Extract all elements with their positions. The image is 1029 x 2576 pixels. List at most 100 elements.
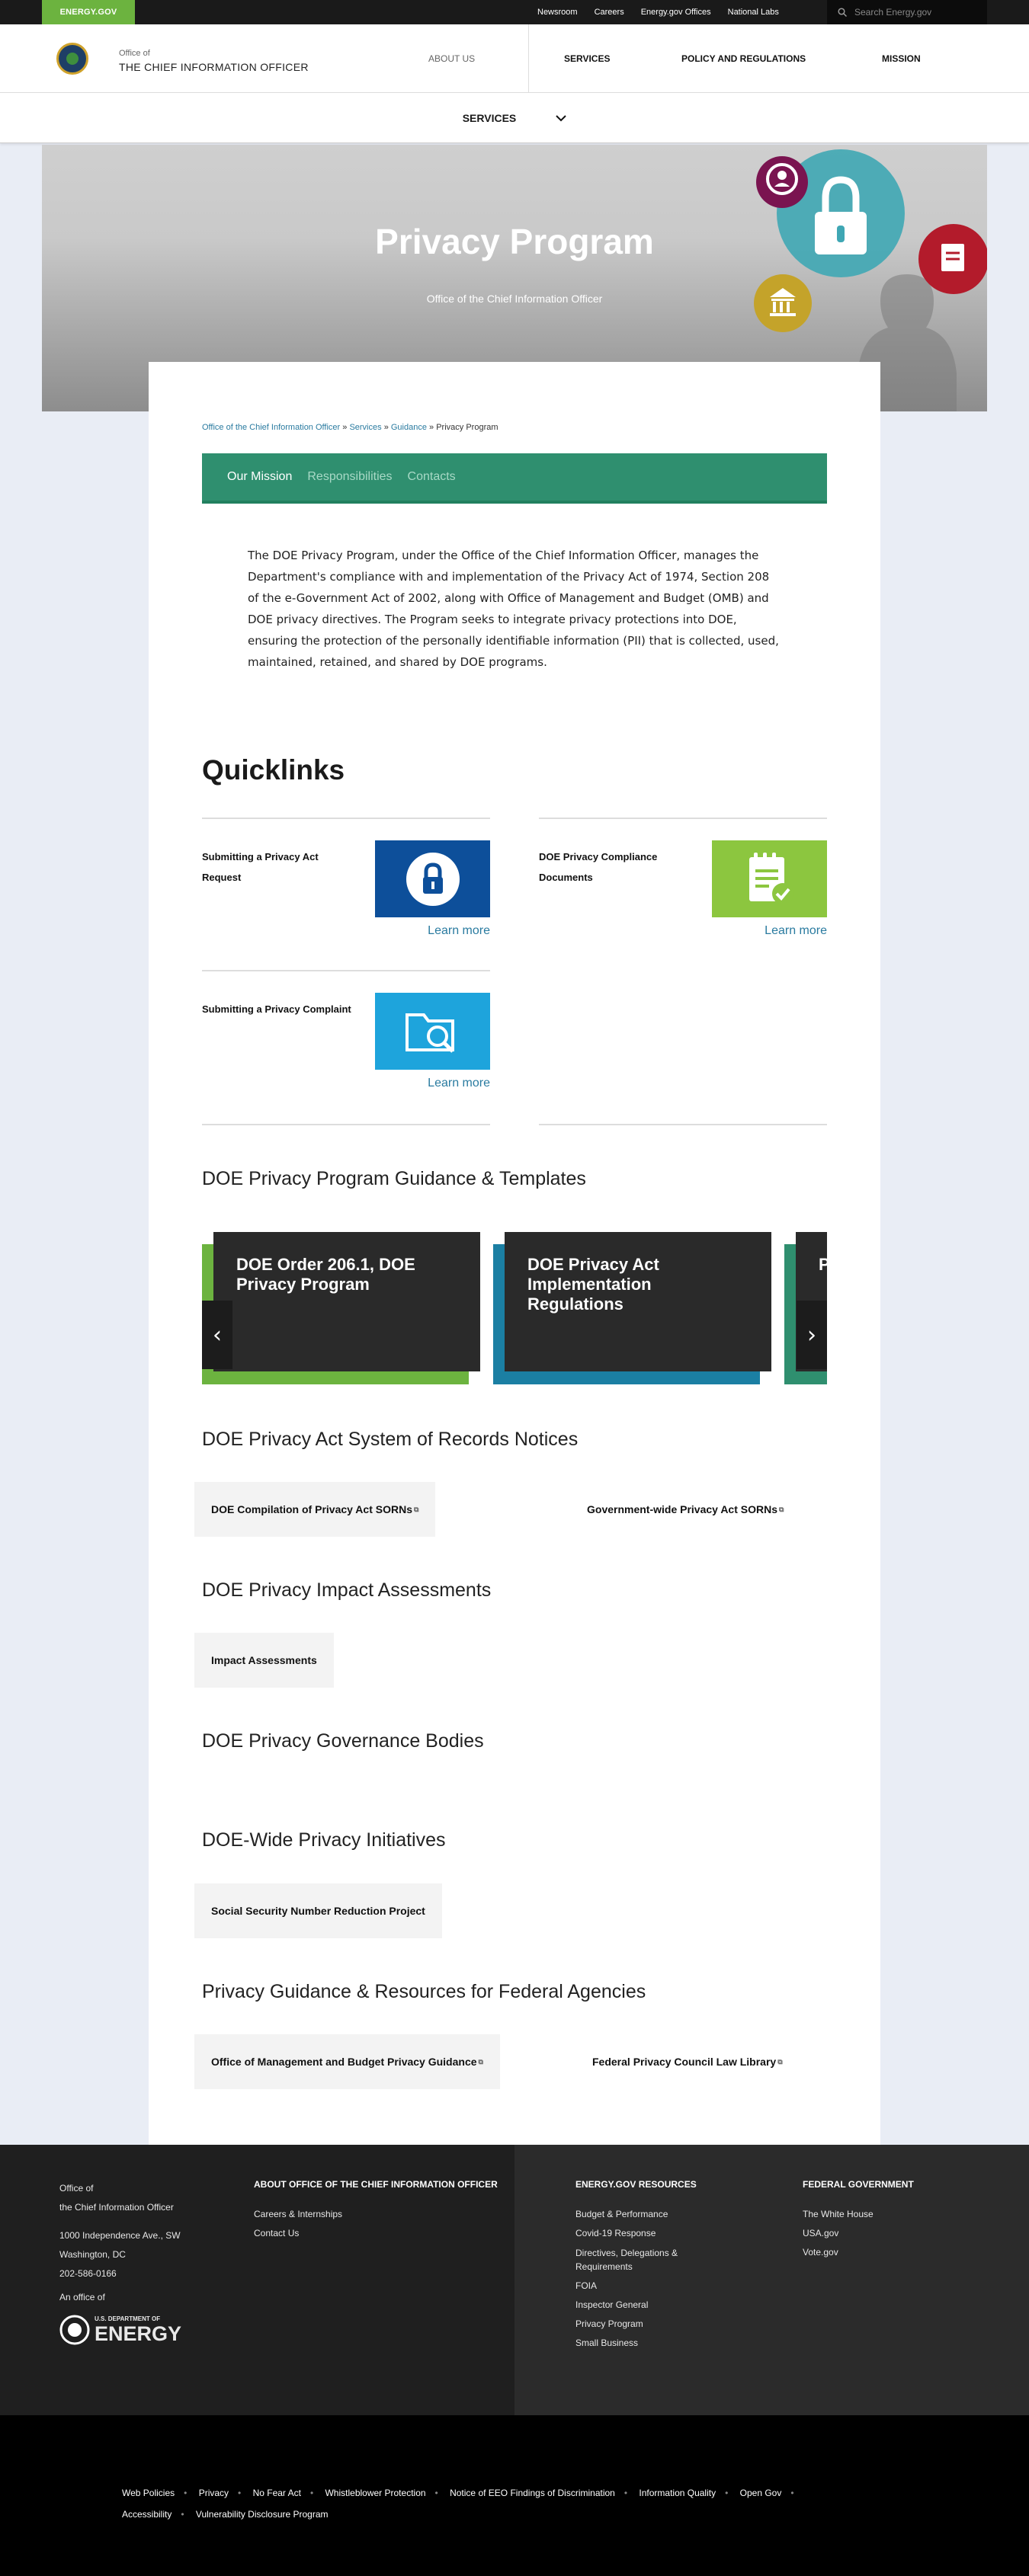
government-sorns-link[interactable]: Government-wide Privacy Act SORNs ⧉ <box>570 1482 800 1537</box>
footer-resource-link[interactable]: Budget & Performance <box>575 2205 705 2224</box>
breadcrumb-link-guidance[interactable]: Guidance <box>391 423 427 432</box>
footer-office-line[interactable]: Office of <box>59 2179 212 2198</box>
footer-office-info: Office of the Chief Information Officer … <box>59 2179 212 2345</box>
breadcrumb-link-cio[interactable]: Office of the Chief Information Officer <box>202 423 340 432</box>
breadcrumb-separator: » <box>429 423 434 432</box>
quicklink-privacy-act-request[interactable]: Submitting a Privacy Act Request Learn m… <box>202 818 490 962</box>
divider <box>202 818 490 819</box>
open-gov-link[interactable]: Open Gov <box>740 2488 782 2498</box>
breadcrumb-separator: » <box>383 423 389 432</box>
quicklink-title[interactable]: DOE Privacy Compliance Documents <box>539 846 691 888</box>
divider <box>202 970 490 971</box>
guidance-carousel: DOE Order 206.1, DOE Privacy Program DOE… <box>202 1232 827 1384</box>
quicklink-image[interactable] <box>375 840 490 917</box>
doe-energy-logo[interactable]: U.S. DEPARTMENT OF ENERGY <box>59 2315 212 2345</box>
guidance-heading: DOE Privacy Program Guidance & Templates <box>202 1168 586 1189</box>
newsroom-link[interactable]: Newsroom <box>537 8 578 17</box>
footer-resources-column: ENERGY.GOV RESOURCES Budget & Performanc… <box>575 2179 705 2353</box>
quicklink-title[interactable]: Submitting a Privacy Act Request <box>202 846 354 888</box>
document-check-icon <box>749 852 793 904</box>
search-input[interactable]: Search Energy.gov <box>827 0 987 24</box>
learn-more-link[interactable]: Learn more <box>428 1077 490 1090</box>
offices-link[interactable]: Energy.gov Offices <box>641 8 711 17</box>
slide-title[interactable]: DOE Privacy Act Implementation Regulatio… <box>505 1232 771 1371</box>
quicklink-image[interactable] <box>375 993 490 1070</box>
quicklink-title[interactable]: Submitting a Privacy Complaint <box>202 999 354 1019</box>
chevron-right-icon: › <box>807 1321 816 1349</box>
footer-resource-link[interactable]: Privacy Program <box>575 2315 705 2334</box>
careers-internships-link[interactable]: Careers & Internships <box>254 2205 505 2224</box>
whistleblower-link[interactable]: Whistleblower Protection <box>325 2488 425 2498</box>
site-header: Office of THE CHIEF INFORMATION OFFICER … <box>0 24 1029 93</box>
contact-us-link[interactable]: Contact Us <box>254 2224 505 2243</box>
footer-federal-link[interactable]: The White House <box>803 2205 955 2224</box>
energy-gov-link[interactable]: ENERGY.GOV <box>42 0 135 24</box>
footer-resource-link[interactable]: Covid-19 Response <box>575 2224 705 2243</box>
breadcrumb-separator: » <box>342 423 348 432</box>
footer-resource-link[interactable]: Small Business <box>575 2334 705 2353</box>
footer-resource-link[interactable]: FOIA <box>575 2277 705 2296</box>
link-label: Office of Management and Budget Privacy … <box>211 2056 477 2068</box>
divider <box>539 1124 827 1125</box>
footer-federal-link[interactable]: Vote.gov <box>803 2243 955 2262</box>
impact-assessments-link[interactable]: Impact Assessments <box>194 1633 334 1688</box>
ssn-reduction-link[interactable]: Social Security Number Reduction Project <box>194 1883 442 1938</box>
breadcrumb-current: Privacy Program <box>436 423 498 432</box>
services-subnav[interactable]: SERVICES <box>0 93 1029 143</box>
vulnerability-disclosure-link[interactable]: Vulnerability Disclosure Program <box>196 2509 329 2520</box>
quicklink-privacy-complaint[interactable]: Submitting a Privacy Complaint Learn mor… <box>202 970 490 1115</box>
doe-sorns-link[interactable]: DOE Compilation of Privacy Act SORNs ⧉ <box>194 1482 436 1537</box>
web-policies-link[interactable]: Web Policies <box>122 2488 175 2498</box>
privacy-link[interactable]: Privacy <box>199 2488 229 2498</box>
accessibility-link[interactable]: Accessibility <box>122 2509 172 2520</box>
carousel-slide[interactable]: DOE Order 206.1, DOE Privacy Program <box>202 1232 480 1384</box>
quicklinks-heading: Quicklinks <box>202 754 345 786</box>
learn-more-link[interactable]: Learn more <box>428 924 490 938</box>
nav-policy-regulations[interactable]: POLICY AND REGULATIONS <box>681 24 806 93</box>
nav-about-us[interactable]: ABOUT US <box>428 24 475 93</box>
chevron-left-icon: ‹ <box>213 1321 222 1349</box>
information-quality-link[interactable]: Information Quality <box>639 2488 716 2498</box>
quicklink-image[interactable] <box>712 840 827 917</box>
section-tabs: Our Mission Responsibilities Contacts <box>202 453 827 504</box>
national-labs-link[interactable]: National Labs <box>728 8 779 17</box>
nav-divider <box>528 24 529 93</box>
quicklink-compliance-documents[interactable]: DOE Privacy Compliance Documents Learn m… <box>539 818 827 962</box>
main-content: Office of the Chief Information Officer … <box>149 362 880 2145</box>
footer-resource-link[interactable]: Inspector General <box>575 2296 705 2315</box>
office-of-label: Office of <box>119 49 150 58</box>
external-link-icon: ⧉ <box>777 2057 783 2066</box>
phone-number: 202-586-0166 <box>59 2268 117 2279</box>
carousel-next-button[interactable]: › <box>797 1301 827 1369</box>
footer-office-line[interactable]: the Chief Information Officer <box>59 2198 212 2217</box>
omb-guidance-link[interactable]: Office of Management and Budget Privacy … <box>194 2034 500 2089</box>
breadcrumb-link-services[interactable]: Services <box>349 423 381 432</box>
breadcrumb: Office of the Chief Information Officer … <box>202 423 498 432</box>
fpc-law-library-link[interactable]: Federal Privacy Council Law Library ⧉ <box>575 2034 800 2089</box>
hero-subtitle: Office of the Chief Information Officer <box>426 293 603 305</box>
carousel-prev-button[interactable]: ‹ <box>202 1301 232 1369</box>
slide-title[interactable]: DOE Order 206.1, DOE Privacy Program <box>213 1232 480 1371</box>
footer-resource-link[interactable]: Directives, Delegations & Requirements <box>575 2243 705 2277</box>
footer-federal-link[interactable]: USA.gov <box>803 2224 955 2243</box>
careers-link[interactable]: Careers <box>595 8 624 17</box>
tab-our-mission[interactable]: Our Mission <box>227 470 292 484</box>
eeo-findings-link[interactable]: Notice of EEO Findings of Discrimination <box>450 2488 615 2498</box>
legal-links: Web Policies • Privacy • No Fear Act • Whis… <box>122 2488 794 2520</box>
doe-seal-logo[interactable] <box>56 43 88 75</box>
no-fear-act-link[interactable]: No Fear Act <box>253 2488 301 2498</box>
carousel-slide[interactable]: DOE Privacy Act Implementation Regulatio… <box>493 1232 771 1384</box>
folder-search-icon <box>405 1013 454 1053</box>
nav-services[interactable]: SERVICES <box>564 24 610 93</box>
tab-contacts[interactable]: Contacts <box>408 470 456 484</box>
address-line: 1000 Independence Ave., SW <box>59 2230 181 2241</box>
federal-heading: Privacy Guidance & Resources for Federal… <box>202 1981 646 2002</box>
learn-more-link[interactable]: Learn more <box>765 924 827 938</box>
divider <box>202 1124 490 1125</box>
mission-paragraph: The DOE Privacy Program, under the Offic… <box>248 549 779 669</box>
nav-mission[interactable]: MISSION <box>882 24 921 93</box>
external-link-icon: ⧉ <box>413 1505 419 1513</box>
tab-responsibilities[interactable]: Responsibilities <box>307 470 392 484</box>
office-name[interactable]: THE CHIEF INFORMATION OFFICER <box>119 61 309 73</box>
address-line: Washington, DC <box>59 2249 126 2260</box>
